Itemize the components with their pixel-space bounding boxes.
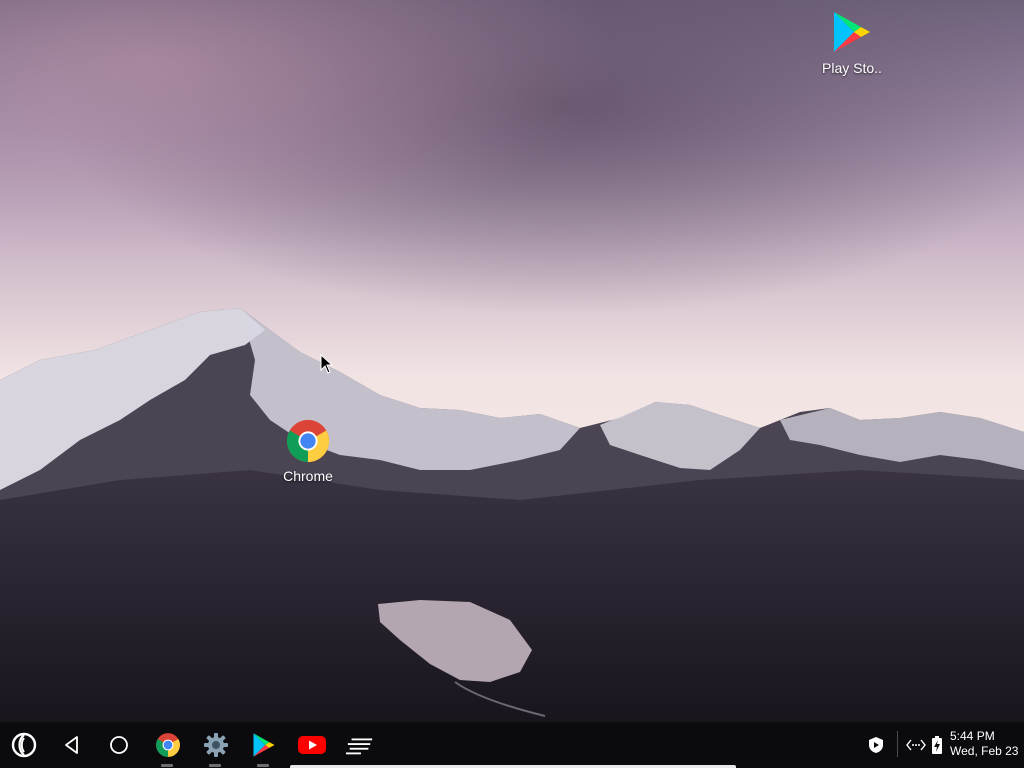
back-button[interactable] <box>58 731 86 759</box>
desktop-icon-play-store[interactable]: Play Sto.. <box>802 8 902 76</box>
chrome-icon <box>286 419 330 463</box>
desktop-icon-label: Play Sto.. <box>822 60 882 76</box>
clock[interactable]: 5:44 PM Wed, Feb 23 <box>950 729 1018 759</box>
youtube-icon <box>298 736 326 754</box>
shield-icon <box>869 737 883 753</box>
desktop-icon-label: Chrome <box>283 468 333 484</box>
battery-charging-icon <box>932 736 942 754</box>
taskbar-app-youtube[interactable] <box>298 731 326 759</box>
launcher-icon <box>11 732 37 758</box>
clock-date: Wed, Feb 23 <box>950 744 1019 758</box>
tray-battery[interactable] <box>923 731 951 759</box>
desktop: Play Sto.. Chrome <box>0 0 1024 722</box>
taskbar-app-settings[interactable] <box>202 731 230 759</box>
wallpaper-mountains <box>0 0 1024 722</box>
running-indicator <box>257 764 269 767</box>
all-apps-button[interactable] <box>346 731 374 759</box>
home-icon <box>110 736 128 754</box>
desktop-icon-chrome[interactable]: Chrome <box>258 418 358 484</box>
all-apps-icon <box>346 738 373 755</box>
taskbar-app-play-store[interactable] <box>250 731 278 759</box>
chrome-icon <box>156 733 180 757</box>
taskbar <box>0 722 1024 768</box>
mouse-pointer-icon <box>320 354 334 374</box>
play-store-icon <box>253 733 275 757</box>
running-indicator <box>209 764 221 767</box>
tray-shield[interactable] <box>862 731 890 759</box>
launcher-button[interactable] <box>10 731 38 759</box>
clock-time: 5:44 PM <box>950 729 995 743</box>
tray-divider <box>897 731 898 757</box>
settings-icon <box>204 733 228 757</box>
play-store-icon <box>834 12 870 52</box>
running-indicator <box>161 764 173 767</box>
back-icon <box>65 736 78 754</box>
taskbar-app-chrome[interactable] <box>154 731 182 759</box>
home-button[interactable] <box>105 731 133 759</box>
